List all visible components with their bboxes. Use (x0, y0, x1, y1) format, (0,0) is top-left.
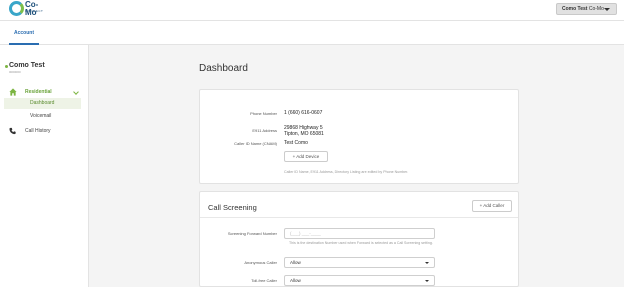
sidebar-item-dashboard[interactable]: Dashboard (4, 98, 81, 109)
divider (200, 217, 518, 218)
account-details-card: Phone Number 1 (660) 616-0607 E911 Addre… (199, 89, 519, 184)
top-bar: Co-Mo CONNECT Como Test Co-Mo (0, 0, 624, 21)
sidebar-item-residential[interactable]: Residential (7, 87, 81, 98)
account-name: Como Test (9, 62, 45, 69)
tollfree-caller-select[interactable]: Allow (284, 275, 435, 286)
logo-icon (9, 1, 24, 16)
caret-down-icon (604, 8, 610, 11)
cnam-value: Test Como (284, 140, 308, 146)
e911-label: E911 Address (252, 128, 277, 133)
chevron-down-icon (73, 89, 79, 95)
sidebar-item-call-history[interactable]: Call History (7, 126, 81, 137)
user-account: Co-Mo (588, 6, 604, 12)
caret-down-icon (425, 280, 429, 282)
main-content: Dashboard Phone Number 1 (660) 616-0607 … (89, 45, 624, 287)
details-note: Caller ID Name, E911 Address, Directory … (284, 170, 409, 174)
sidebar-item-label: Residential (25, 89, 52, 95)
user-name: Como Test (562, 6, 588, 12)
add-caller-button[interactable]: + Add Caller (472, 200, 512, 212)
tollfree-caller-value: Allow (290, 278, 301, 283)
call-screening-card: Call Screening + Add Caller Screening Fo… (199, 191, 519, 287)
page-title: Dashboard (199, 63, 248, 74)
section-title: Call Screening (208, 203, 257, 212)
forward-number-note: This is the destination Number used when… (289, 241, 433, 245)
sidebar-item-label: Call History (25, 128, 51, 134)
account-number: 0000000 (9, 70, 21, 74)
anonymous-caller-value: Allow (290, 260, 301, 265)
phone-value: 1 (660) 616-0607 (284, 110, 323, 116)
phone-icon (9, 127, 16, 135)
anonymous-caller-label: Anonymous Caller (244, 260, 277, 265)
forward-number-input[interactable]: (___) ___-____ (284, 228, 435, 239)
home-icon (9, 88, 17, 96)
brand-logo[interactable]: Co-Mo CONNECT (9, 1, 49, 17)
forward-number-label: Screening Forward Number (227, 231, 277, 236)
tab-account[interactable]: Account (9, 21, 39, 45)
e911-line2: Tipton, MO 65081 (284, 131, 324, 137)
status-dot (5, 65, 8, 68)
tollfree-caller-label: Toll-free Caller (251, 278, 277, 283)
sidebar-item-voicemail[interactable]: Voicemail (4, 111, 81, 122)
user-menu-button[interactable]: Como Test Co-Mo (556, 3, 617, 15)
cnam-label: Caller ID Name (CNAM) (234, 141, 277, 146)
caret-down-icon (425, 262, 429, 264)
sidebar: Como Test 0000000 Residential Dashboard … (0, 45, 89, 287)
logo-tagline: CONNECT (25, 9, 44, 13)
anonymous-caller-select[interactable]: Allow (284, 257, 435, 268)
add-device-button[interactable]: + Add Device (284, 151, 328, 162)
tab-bar: Account (0, 21, 624, 45)
phone-label: Phone Number (250, 111, 277, 116)
